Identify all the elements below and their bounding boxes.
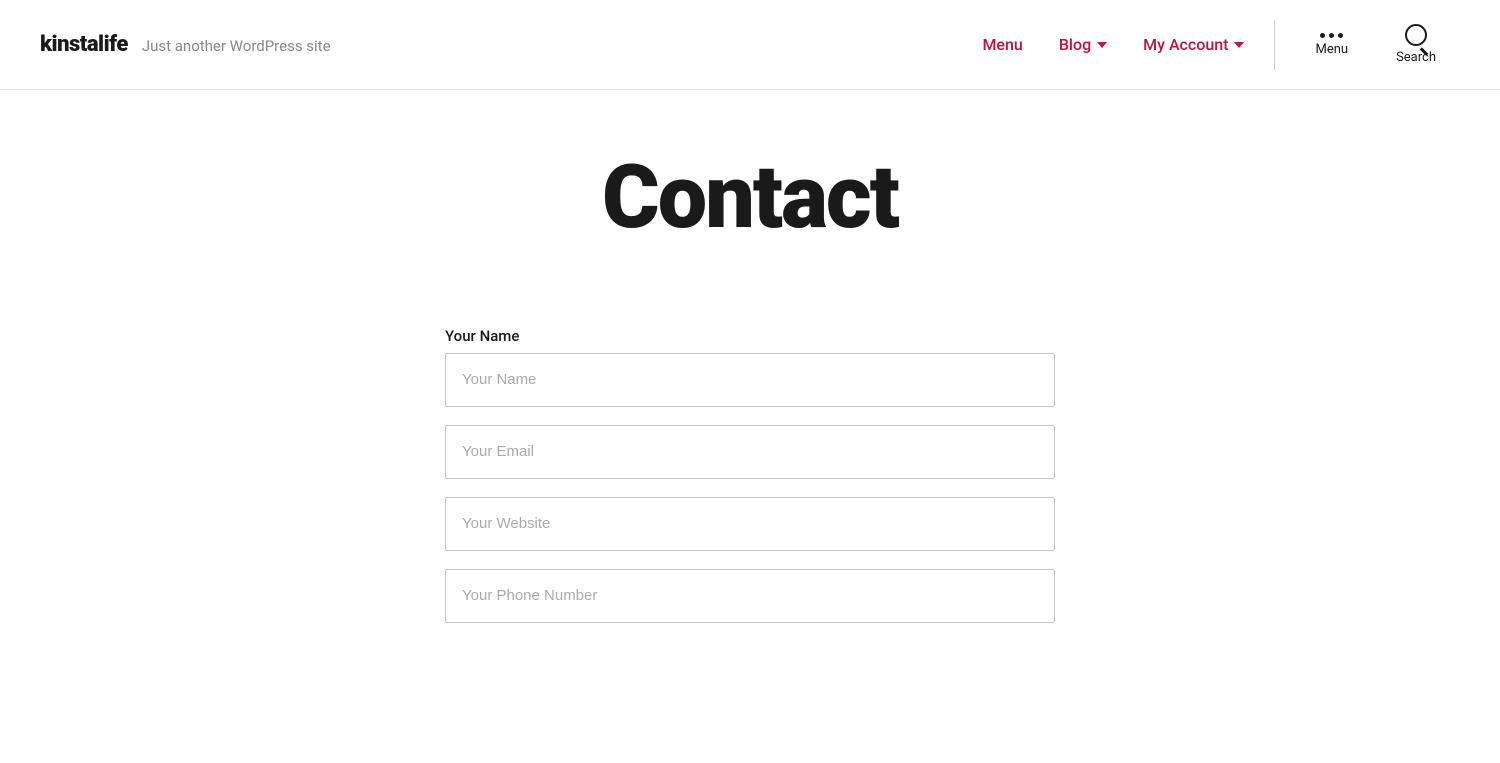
more-menu-label: Menu [1315, 42, 1348, 57]
page-title-wrap: Contact [190, 150, 1310, 247]
contact-form: Your Name [445, 327, 1055, 623]
search-icon [1405, 24, 1427, 46]
form-group-website [445, 497, 1055, 551]
dot-2 [1329, 33, 1334, 38]
nav-item-blog-label: Blog [1059, 35, 1091, 54]
name-label: Your Name [445, 327, 1055, 345]
site-nav: Menu Blog My Account Menu [968, 16, 1460, 73]
site-header: kinstalife Just another WordPress site M… [0, 0, 1500, 90]
nav-links: Menu Blog My Account [968, 27, 1258, 62]
chevron-down-icon [1234, 42, 1244, 48]
site-branding: kinstalife Just another WordPress site [40, 32, 331, 57]
dot-3 [1338, 33, 1343, 38]
website-input[interactable] [445, 497, 1055, 551]
nav-divider [1274, 20, 1275, 70]
name-input[interactable] [445, 353, 1055, 407]
dot-1 [1320, 33, 1325, 38]
nav-extra: Menu Search [1291, 16, 1460, 73]
nav-item-menu-label: Menu [982, 35, 1022, 54]
nav-item-my-account[interactable]: My Account [1129, 27, 1258, 62]
chevron-down-icon [1097, 42, 1107, 48]
search-label: Search [1396, 50, 1436, 65]
form-group-name: Your Name [445, 327, 1055, 407]
site-logo[interactable]: kinstalife [40, 32, 128, 57]
email-input[interactable] [445, 425, 1055, 479]
phone-input[interactable] [445, 569, 1055, 623]
site-tagline: Just another WordPress site [142, 37, 331, 55]
page-title: Contact [190, 150, 1310, 247]
more-menu-button[interactable]: Menu [1291, 25, 1372, 65]
form-group-email [445, 425, 1055, 479]
dots-icon [1320, 33, 1343, 38]
main-content: Contact Your Name [150, 90, 1350, 681]
form-group-phone [445, 569, 1055, 623]
nav-item-menu[interactable]: Menu [968, 27, 1036, 62]
nav-item-my-account-label: My Account [1143, 35, 1228, 54]
search-button[interactable]: Search [1372, 16, 1460, 73]
nav-item-blog[interactable]: Blog [1045, 27, 1121, 62]
